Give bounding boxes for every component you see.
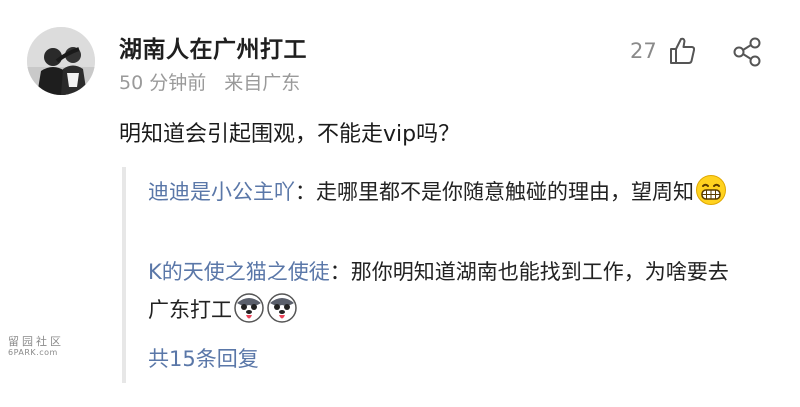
reply-separator: ： <box>295 180 316 204</box>
post-location: 来自广东 <box>224 72 301 94</box>
reply-author[interactable]: 迪迪是小公主吖 <box>148 180 295 204</box>
husky-tongue-emoji <box>233 292 265 336</box>
grin-emoji <box>695 174 727 218</box>
username[interactable]: 湖南人在广州打工 <box>119 30 307 64</box>
post-time: 50 分钟前 <box>119 72 207 94</box>
reply-thread: 迪迪是小公主吖：走哪里都不是你随意触碰的理由，望周知 K的天使之猫之使徒：那你明… <box>122 167 766 383</box>
reply-item: K的天使之猫之使徒：那你明知道湖南也能找到工作，为啥要去广东打工 <box>148 253 748 336</box>
view-all-replies-link[interactable]: 共15条回复 <box>148 343 259 373</box>
avatar[interactable] <box>27 27 95 95</box>
reply-item: 迪迪是小公主吖：走哪里都不是你随意触碰的理由，望周知 <box>148 173 748 218</box>
comment-text: 明知道会引起围观，不能走vip吗？ <box>119 122 461 147</box>
watermark-line2: 6PARK.com <box>8 348 58 357</box>
watermark-line1: 留园社区 <box>8 335 64 348</box>
like-count: 27 <box>630 39 657 63</box>
watermark: 留园社区 6PARK.com <box>8 336 72 357</box>
reply-author[interactable]: K的天使之猫之使徒 <box>148 260 330 284</box>
husky-tongue-emoji <box>266 292 298 336</box>
share-icon[interactable] <box>731 36 763 68</box>
avatar-image <box>27 27 95 95</box>
reply-text: 走哪里都不是你随意触碰的理由，望周知 <box>316 180 694 204</box>
thumb-up-icon[interactable] <box>667 36 697 66</box>
post-meta: 50 分钟前 来自广东 <box>119 68 300 95</box>
reply-separator: ： <box>329 260 351 284</box>
